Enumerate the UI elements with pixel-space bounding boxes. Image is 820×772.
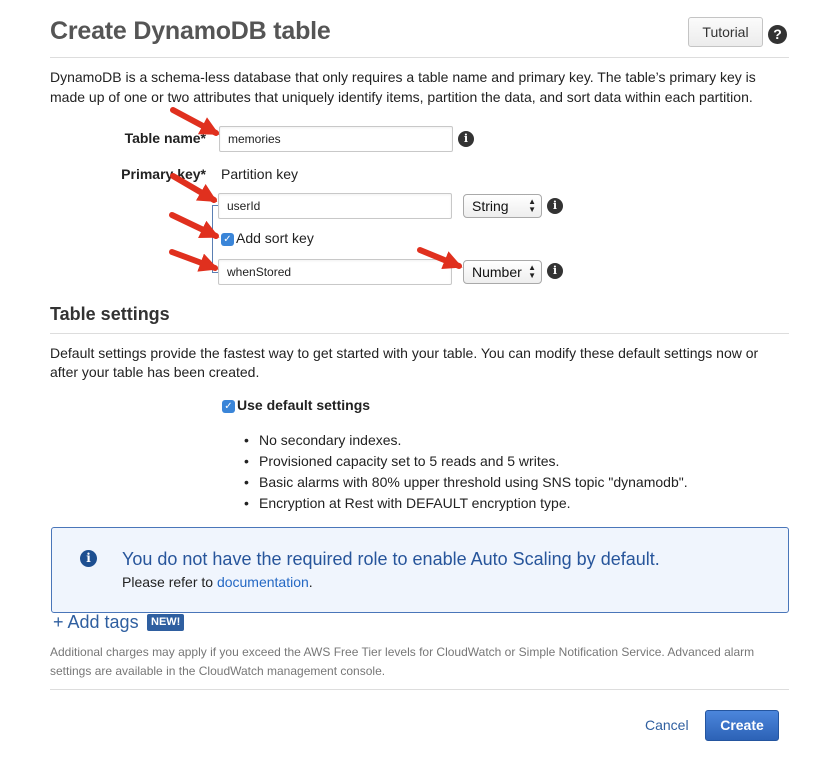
red-arrow-icon (169, 249, 219, 272)
red-arrow-icon (169, 212, 220, 239)
annotation-overlay (169, 107, 463, 272)
red-arrow-icon (170, 173, 218, 203)
red-arrow-icon (417, 247, 463, 270)
red-arrow-icon (170, 107, 220, 136)
